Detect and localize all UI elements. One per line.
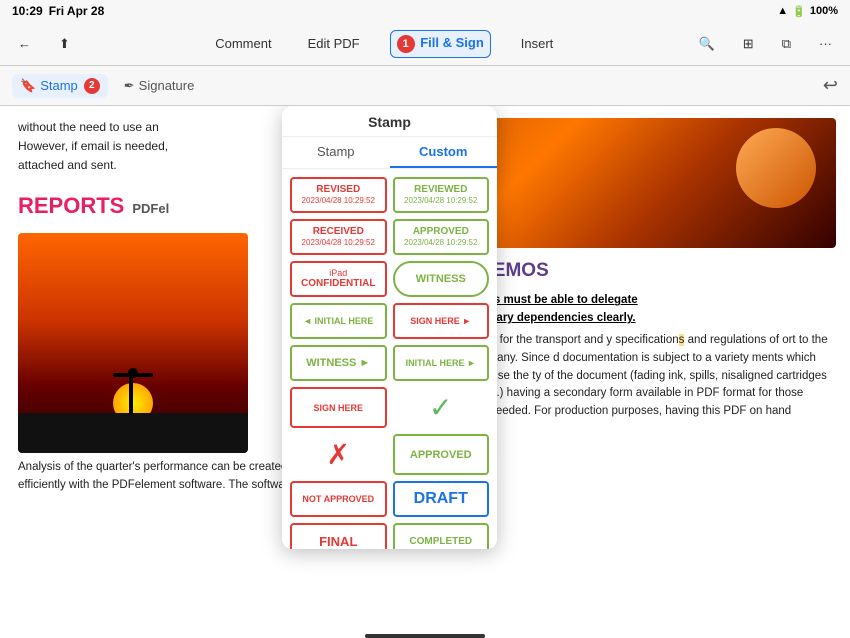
signature-label: Signature: [139, 78, 195, 93]
stamp-xmark[interactable]: ✗: [290, 434, 387, 475]
undo-button[interactable]: ↩: [823, 75, 838, 96]
fill-sign-badge: 1: [397, 35, 415, 53]
pdf-heading-reports: REPORTS: [18, 188, 124, 223]
stamp-revised[interactable]: REVISED 2023/04/28 10:29:52: [290, 177, 387, 213]
stamp-popup: Stamp Stamp Custom REVISED 2023/04/28 10…: [282, 106, 497, 549]
more-button[interactable]: ···: [813, 32, 838, 55]
stamp-badge: 2: [84, 78, 100, 94]
stamp-popup-title: Stamp: [282, 106, 497, 137]
stamp-sign-here-right[interactable]: SIGN HERE ►: [393, 303, 490, 339]
stamp-draft[interactable]: DRAFT: [393, 481, 490, 517]
main-area: without the need to use an However, if e…: [0, 106, 850, 638]
signature-button[interactable]: ✒ Signature: [116, 74, 203, 98]
pdf-heading-sub: PDFel: [132, 199, 169, 220]
window-button[interactable]: ⧉: [776, 32, 797, 56]
stamp-grid: REVISED 2023/04/28 10:29:52 REVIEWED 202…: [282, 169, 497, 549]
insert-button[interactable]: Insert: [515, 32, 560, 55]
pump-silhouette: [103, 355, 163, 415]
sunset-image: [18, 233, 248, 453]
stamp-checkmark[interactable]: ✓: [393, 387, 490, 428]
stamp-initial-here-left[interactable]: ◄ INITIAL HERE: [290, 303, 387, 339]
right-sun: [736, 128, 816, 208]
stamp-final[interactable]: FINAL: [290, 523, 387, 549]
stamp-button[interactable]: 🔖 Stamp 2: [12, 74, 108, 98]
grid-button[interactable]: ⊞: [737, 32, 760, 56]
main-toolbar: ← ⬆ Comment Edit PDF 1 Fill & Sign Inser…: [0, 22, 850, 66]
edit-pdf-button[interactable]: Edit PDF: [302, 32, 366, 55]
stamp-initial-here-right[interactable]: INITIAL HERE ►: [393, 345, 490, 381]
stamp-approved-outline[interactable]: APPROVED: [393, 434, 490, 475]
battery-level: 100%: [810, 5, 838, 17]
day: Fri Apr 28: [49, 4, 105, 18]
signature-icon: ✒: [124, 78, 135, 94]
stamp-tabs: Stamp Custom: [282, 137, 497, 169]
tab-custom[interactable]: Custom: [390, 137, 498, 168]
stamp-confidential[interactable]: iPad CONFIDENTIAL: [290, 261, 387, 297]
toolbar-left: ← ⬆: [12, 32, 76, 56]
bottom-bar: [365, 634, 485, 638]
stamp-witness-arrow[interactable]: WITNESS ►: [290, 345, 387, 381]
toolbar-center: Comment Edit PDF 1 Fill & Sign Insert: [209, 30, 559, 58]
stamp-approved-date[interactable]: APPROVED 2023/04/28 10:29:52: [393, 219, 490, 255]
highlight-element: s: [679, 334, 685, 346]
comment-button[interactable]: Comment: [209, 32, 277, 55]
secondary-toolbar: 🔖 Stamp 2 ✒ Signature ↩: [0, 66, 850, 106]
ground-element: [18, 413, 248, 453]
tab-stamp[interactable]: Stamp: [282, 137, 390, 168]
status-bar: 10:29 Fri Apr 28 ▲ 🔋 100%: [0, 0, 850, 22]
toolbar-right: 🔍 ⊞ ⧉ ···: [693, 32, 838, 56]
fill-sign-button[interactable]: 1 Fill & Sign: [390, 30, 491, 58]
status-right: ▲ 🔋 100%: [777, 5, 838, 18]
status-left: 10:29 Fri Apr 28: [12, 4, 104, 18]
stamp-not-approved[interactable]: NOT APPROVED: [290, 481, 387, 517]
stamp-sign-here-rect[interactable]: SIGN HERE: [290, 387, 387, 428]
stamp-witness-ellipse[interactable]: WITNESS: [393, 261, 490, 297]
wifi-icon: ▲: [777, 5, 788, 17]
search-button[interactable]: 🔍: [693, 32, 721, 56]
stamp-icon: 🔖: [20, 78, 36, 94]
back-button[interactable]: ←: [12, 32, 37, 55]
share-button[interactable]: ⬆: [53, 32, 76, 56]
time: 10:29: [12, 4, 43, 18]
stamp-received[interactable]: RECEIVED 2023/04/28 10:29:52: [290, 219, 387, 255]
battery-icon: 🔋: [792, 5, 806, 18]
stamp-completed[interactable]: COMPLETED: [393, 523, 490, 549]
stamp-reviewed[interactable]: REVIEWED 2023/04/28 10:29:52: [393, 177, 490, 213]
stamp-label: Stamp: [40, 78, 78, 93]
